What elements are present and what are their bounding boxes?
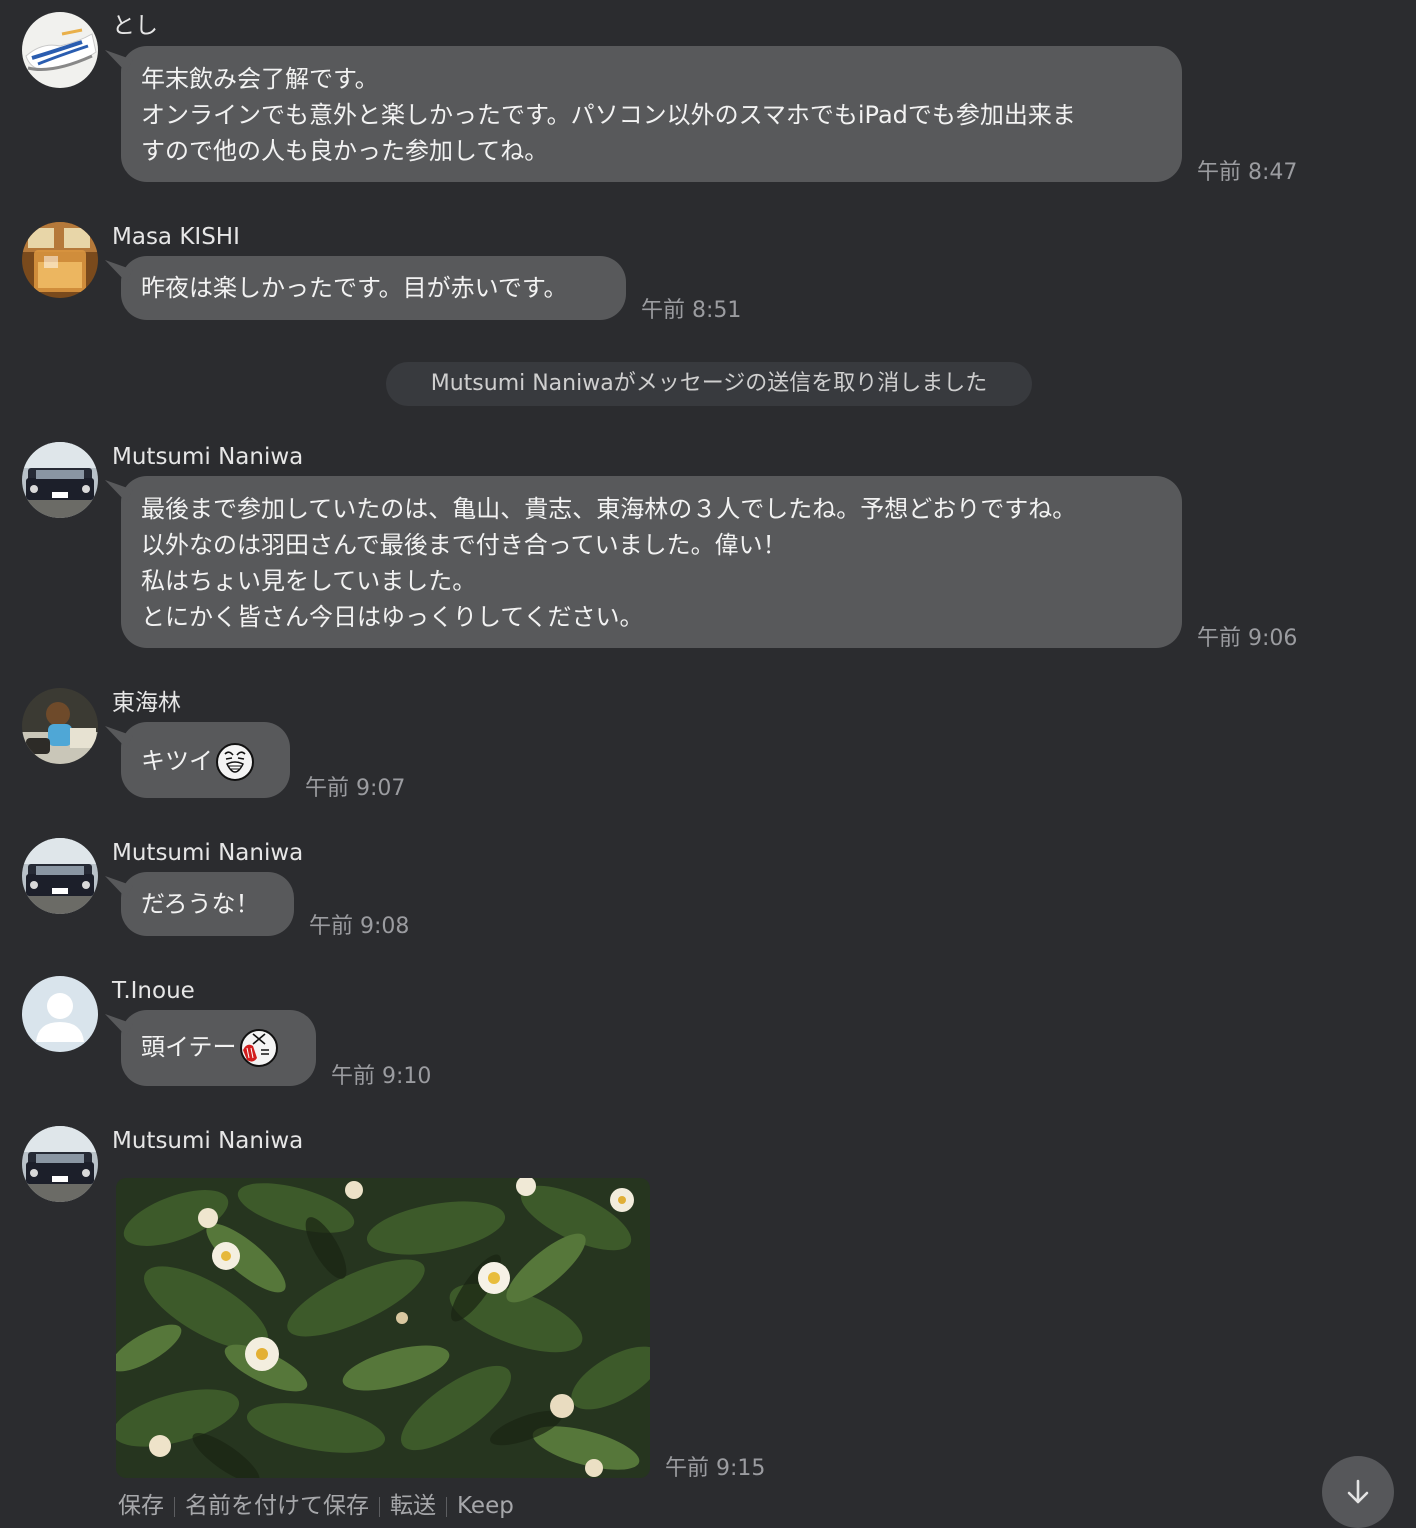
scroll-to-bottom-button[interactable] — [1322, 1456, 1394, 1528]
divider — [446, 1496, 447, 1517]
message-text: 頭イテー — [141, 1033, 237, 1061]
arrow-down-icon — [1347, 1479, 1369, 1504]
message-text: だろうな！ — [141, 890, 260, 918]
message-line: 以外なのは羽田さんで最後まで付き合っていました。偉い！ — [141, 531, 787, 559]
image-actions: 保存 名前を付けて保存 転送 Keep — [118, 1491, 514, 1521]
divider — [379, 1496, 380, 1517]
car-avatar-icon[interactable] — [22, 838, 98, 914]
message-timestamp: 午前 9:15 — [665, 1456, 766, 1481]
message-text: キツイ — [141, 747, 213, 775]
divider — [174, 1496, 175, 1517]
message-line: オンラインでも意外と楽しかったです。パソコン以外のスマホでもiPadでも参加出来… — [141, 101, 1076, 129]
tea-flower-photo[interactable] — [116, 1178, 650, 1478]
message-bubble[interactable]: 頭イテー — [121, 1010, 316, 1086]
message-bubble[interactable]: キツイ — [121, 722, 290, 798]
message-timestamp: 午前 8:51 — [641, 298, 742, 323]
sender-name: T.Inoue — [112, 978, 195, 1004]
chat-window: とし 年末飲み会了解です。 オンラインでも意外と楽しかったです。パソコン以外のス… — [0, 0, 1416, 1528]
message-line: 年末飲み会了解です。 — [141, 65, 379, 93]
headache-face-emoji-icon — [239, 1028, 279, 1068]
sender-name: Mutsumi Naniwa — [112, 840, 304, 866]
message-timestamp: 午前 9:10 — [331, 1064, 432, 1089]
message-timestamp: 午前 9:08 — [309, 914, 410, 939]
car-avatar-icon[interactable] — [22, 442, 98, 518]
keep-link[interactable]: Keep — [457, 1493, 514, 1519]
message-timestamp: 午前 8:47 — [1197, 160, 1298, 185]
whisky-glass-avatar-icon[interactable] — [22, 222, 98, 298]
message-bubble[interactable]: 年末飲み会了解です。 オンラインでも意外と楽しかったです。パソコン以外のスマホで… — [121, 46, 1182, 182]
sender-name: Mutsumi Naniwa — [112, 444, 304, 470]
message-bubble[interactable]: だろうな！ — [121, 872, 294, 936]
message-line: 最後まで参加していたのは、亀山、貴志、東海林の３人でしたね。予想どおりですね。 — [141, 495, 1077, 523]
default-user-avatar-icon[interactable] — [22, 976, 98, 1052]
forward-link[interactable]: 転送 — [390, 1493, 436, 1519]
message-line: 私はちょい見をしていました。 — [141, 567, 477, 595]
save-as-link[interactable]: 名前を付けて保存 — [185, 1493, 369, 1519]
sender-name: とし — [112, 13, 158, 39]
tired-face-emoji-icon — [215, 742, 255, 782]
message-line: すので他の人も良かった参加してね。 — [141, 137, 549, 165]
person-photo-avatar-icon[interactable] — [22, 688, 98, 764]
message-timestamp: 午前 9:06 — [1197, 626, 1298, 651]
sender-name: Mutsumi Naniwa — [112, 1128, 304, 1154]
car-avatar-icon[interactable] — [22, 1126, 98, 1202]
message-timestamp: 午前 9:07 — [305, 776, 406, 801]
message-line: とにかく皆さん今日はゆっくりしてください。 — [141, 603, 644, 631]
sender-name: 東海林 — [112, 690, 181, 716]
unsend-notice: Mutsumi Naniwaがメッセージの送信を取り消しました — [386, 362, 1032, 406]
shoe-avatar-icon[interactable] — [22, 12, 98, 88]
message-bubble[interactable]: 昨夜は楽しかったです。目が赤いです。 — [121, 256, 626, 320]
sender-name: Masa KISHI — [112, 224, 240, 250]
message-bubble[interactable]: 最後まで参加していたのは、亀山、貴志、東海林の３人でしたね。予想どおりですね。 … — [121, 476, 1182, 648]
save-link[interactable]: 保存 — [118, 1493, 164, 1519]
message-line: 昨夜は楽しかったです。目が赤いです。 — [141, 274, 568, 302]
